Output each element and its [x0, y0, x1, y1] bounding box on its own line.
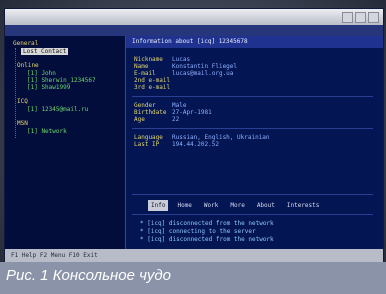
field-label: Name: [134, 63, 149, 70]
field-label: E-mail: [134, 70, 156, 77]
field-label: Nickname: [134, 56, 163, 63]
divider: [132, 214, 373, 215]
field-label: 3rd e-mail: [134, 84, 171, 91]
figure-caption: Рис. 1 Консольное чудо: [0, 262, 386, 294]
contact-item[interactable]: [1] Network: [27, 128, 67, 135]
tab-more[interactable]: More: [227, 200, 247, 211]
minimize-button[interactable]: [342, 12, 353, 23]
field-value: Male: [172, 102, 187, 109]
tree-selected-label: Lost Contact: [21, 48, 69, 55]
divider: [132, 128, 373, 129]
contact-list-pane: General Lost Contact Online [1] John [1]…: [5, 36, 126, 249]
info-tabs: Info Home Work More About Interests: [148, 200, 322, 211]
title-bar: [5, 9, 383, 25]
tab-interests[interactable]: Interests: [284, 200, 323, 211]
close-button[interactable]: [368, 12, 379, 23]
field-value: Konstantin Fliegel: [172, 63, 238, 70]
log-line: * [icq] connecting to the server: [140, 228, 256, 235]
field-value: 194.44.202.52: [172, 141, 219, 148]
tab-home[interactable]: Home: [174, 200, 194, 211]
tab-info[interactable]: Info: [148, 200, 169, 211]
field-value: Russian, English, Ukrainian: [172, 134, 270, 141]
divider: [132, 96, 373, 97]
tree-group-other[interactable]: MSN: [17, 120, 28, 127]
tree-group-icq[interactable]: ICQ: [17, 98, 28, 105]
field-value: lucas@mail.org.ua: [172, 70, 234, 77]
tree-root[interactable]: General: [13, 40, 38, 47]
tab-work[interactable]: Work: [201, 200, 221, 211]
field-label: Last IP: [134, 141, 160, 148]
field-label: Language: [134, 134, 163, 141]
contact-item[interactable]: [1] John: [27, 70, 56, 77]
maximize-button[interactable]: [355, 12, 366, 23]
field-value: 22: [172, 116, 180, 123]
divider: [132, 194, 373, 195]
field-label: Gender: [134, 102, 156, 109]
log-line: * [icq] disconnected from the network: [140, 220, 274, 227]
field-label: 2nd e-mail: [134, 77, 171, 84]
field-value: 27-Apr-1981: [172, 109, 212, 116]
photo-background: General Lost Contact Online [1] John [1]…: [0, 0, 386, 294]
contact-info-pane: Information about [icq] 12345678 Nicknam…: [126, 36, 383, 249]
menu-bar: [5, 25, 383, 36]
window-controls: [342, 12, 379, 23]
tree-connector: [15, 48, 16, 138]
log-line: * [icq] disconnected from the network: [140, 236, 274, 243]
status-bar: F1 Help F2 Menu F10 Exit: [5, 249, 383, 263]
contact-item[interactable]: [1] Sherwin_1234567: [27, 77, 96, 84]
caption-text: Рис. 1 Консольное чудо: [6, 267, 171, 284]
contact-item[interactable]: [1] Shaw1999: [27, 84, 70, 91]
contact-item[interactable]: [1] 12345@mail.ru: [27, 106, 88, 113]
field-label: Birthdate: [134, 109, 167, 116]
console-window: General Lost Contact Online [1] John [1]…: [4, 8, 384, 264]
tab-about[interactable]: About: [254, 200, 278, 211]
tree-group-online[interactable]: Online: [17, 62, 39, 69]
field-value: Lucas: [172, 56, 191, 63]
tree-selected-item[interactable]: Lost Contact: [21, 48, 69, 55]
info-header: Information about [icq] 12345678: [126, 36, 383, 48]
field-label: Age: [134, 116, 145, 123]
